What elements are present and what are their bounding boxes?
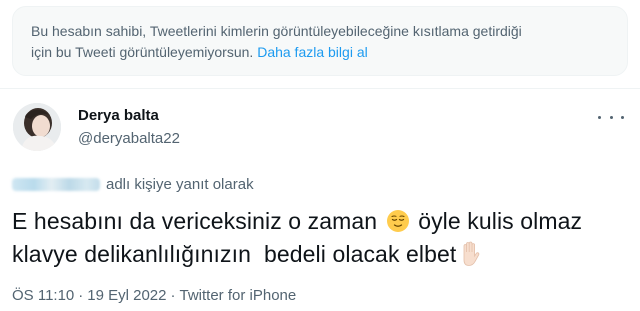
restricted-tweet-notice: Bu hesabın sahibi, Tweetlerini kimlerin … — [12, 6, 628, 76]
tweet-date[interactable]: 19 Eyl 2022 — [87, 287, 166, 304]
avatar[interactable] — [13, 103, 61, 151]
author-display-name[interactable]: Derya balta — [78, 107, 159, 124]
meta-separator: · — [78, 287, 84, 304]
tweet-text-part: öyle kulis olmaz — [411, 208, 583, 234]
reply-context: adlı kişiye yanıt olarak — [12, 174, 254, 194]
tweet-text: E hesabını da vericeksiniz o zaman öyle … — [12, 205, 632, 271]
notice-text-line2: için bu Tweeti görüntüleyemiyorsun. — [31, 44, 254, 60]
tweet-time[interactable]: ÖS 11:10 — [12, 287, 74, 304]
tweet-meta: ÖS 11:10 · 19 Eyl 2022 · Twitter for iPhone — [12, 287, 296, 304]
reply-context-text: adlı kişiye yanıt olarak — [106, 175, 254, 193]
avatar-photo-icon — [13, 103, 61, 151]
learn-more-link[interactable]: Daha fazla bilgi al — [257, 44, 368, 60]
tweet-source: Twitter for iPhone — [179, 287, 297, 304]
raised-hand-icon — [464, 241, 480, 266]
notice-text-line1: Bu hesabın sahibi, Tweetlerini kimlerin … — [31, 23, 522, 39]
divider — [0, 88, 640, 89]
tweet-text-line1: E hesabını da vericeksiniz o zaman öyle … — [12, 205, 632, 238]
meta-separator: · — [170, 287, 176, 304]
tweet-text-part: klavye delikanlılığınızın bedeli olacak … — [12, 241, 457, 267]
author-handle[interactable]: @deryabalta22 — [78, 130, 180, 147]
more-options-icon[interactable] — [598, 108, 624, 126]
blurred-username[interactable] — [12, 177, 100, 191]
tweet-text-line2: klavye delikanlılığınızın bedeli olacak … — [12, 238, 632, 271]
more-dot — [621, 115, 624, 119]
more-dot — [609, 115, 613, 119]
more-dot — [598, 115, 601, 119]
relieved-face-icon — [386, 210, 409, 232]
tweet-text-part: E hesabını da vericeksiniz o zaman — [12, 208, 384, 234]
